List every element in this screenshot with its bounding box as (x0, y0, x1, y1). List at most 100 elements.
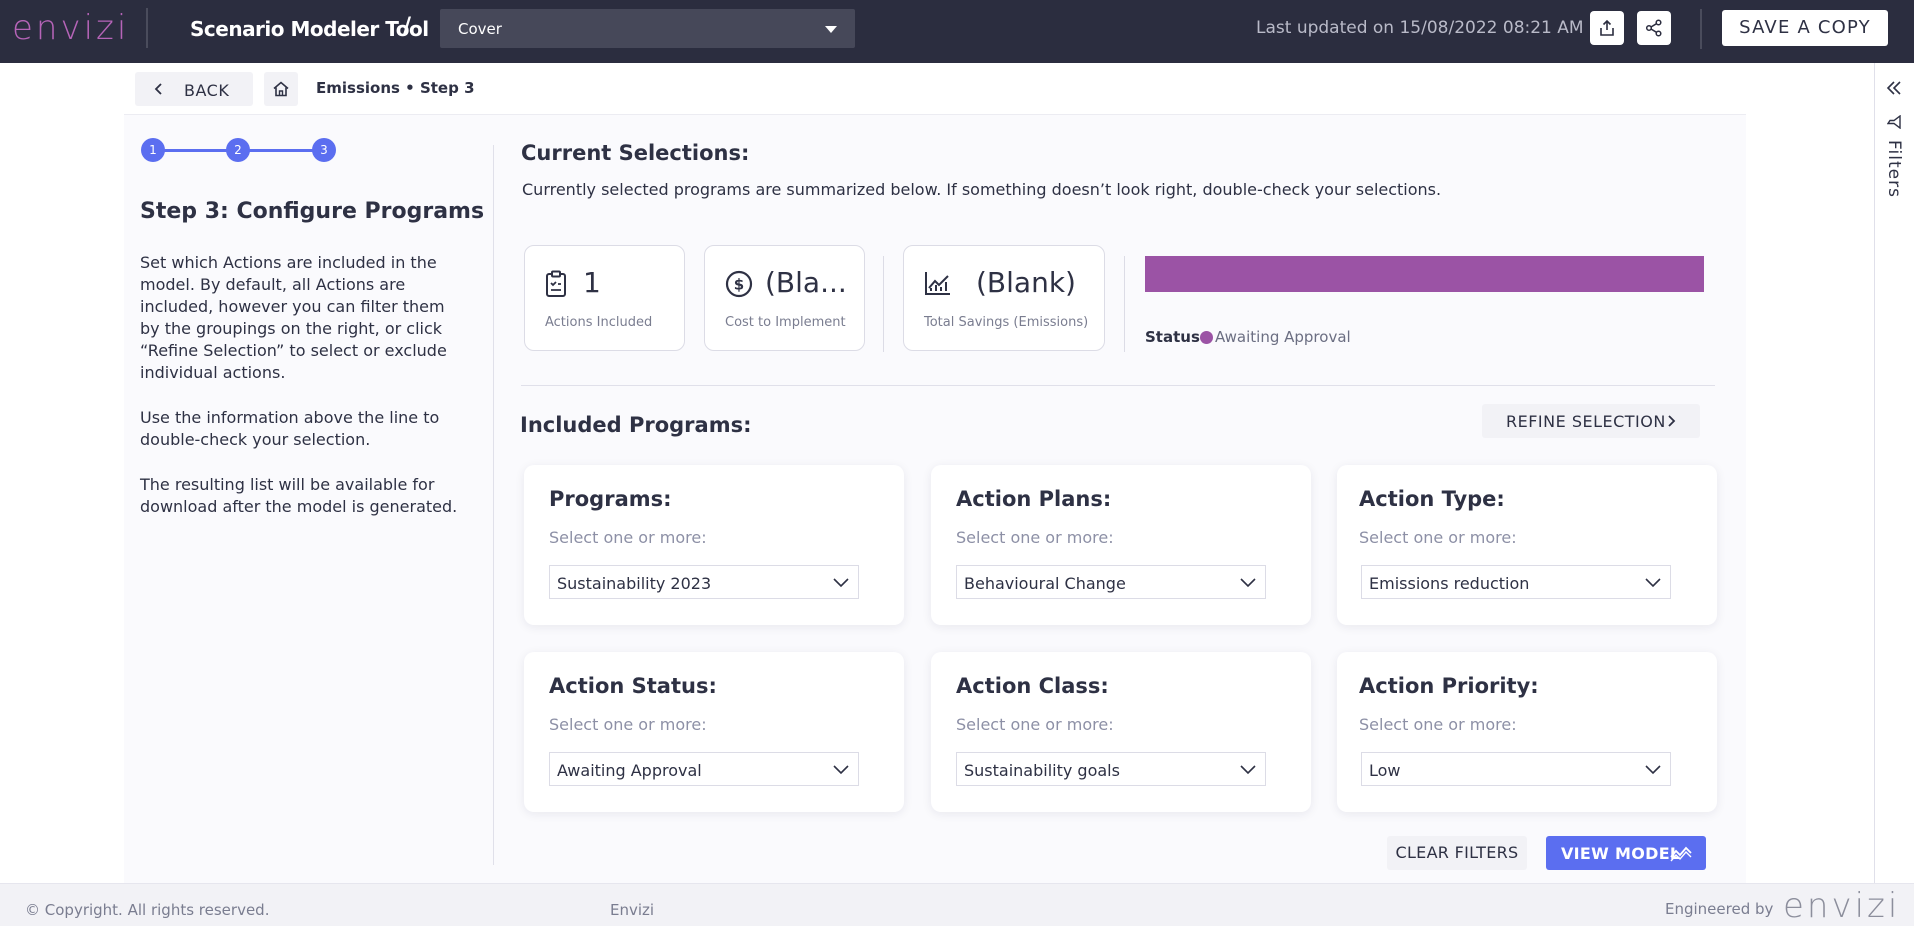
step-3[interactable]: 3 (312, 138, 336, 162)
breadcrumb: Emissions • Step 3 (316, 79, 475, 97)
footer-logo: envizi (1783, 886, 1901, 926)
step-note: The resulting list will be available for… (140, 475, 458, 516)
topbar-divider (1700, 9, 1702, 49)
status-color-bar (1145, 256, 1704, 292)
svg-text:$: $ (734, 276, 744, 294)
dropdown-value: Emissions reduction (1369, 574, 1530, 593)
last-updated-text: Last updated on 15/08/2022 08:21 AM (1256, 18, 1584, 38)
current-selections-subtext: Currently selected programs are summariz… (522, 180, 1442, 199)
page-select-value: Cover (458, 20, 502, 38)
kpi-divider (1124, 256, 1125, 352)
clear-filters-button[interactable]: CLEAR FILTERS (1387, 836, 1527, 870)
clipboard-icon (546, 270, 566, 297)
dollar-icon: $ (725, 270, 753, 298)
filter-card-programs: Programs: Select one or more: Sustainabi… (524, 465, 904, 625)
home-button[interactable] (264, 72, 298, 106)
filter-hint: Select one or more: (549, 715, 707, 734)
filter-card-action-priority: Action Priority: Select one or more: Low (1337, 652, 1717, 812)
step-1[interactable]: 1 (141, 138, 165, 162)
kpi-actions-label: Actions Included (545, 315, 653, 330)
refine-selection-button[interactable]: REFINE SELECTION (1482, 404, 1700, 438)
chevron-down-icon (1240, 578, 1256, 588)
filter-card-action-plans: Action Plans: Select one or more: Behavi… (931, 465, 1311, 625)
step-2[interactable]: 2 (226, 138, 250, 162)
view-model-label: VIEW MODEL (1561, 844, 1681, 863)
filter-title: Action Priority: (1359, 674, 1539, 698)
chart-icon (925, 272, 950, 295)
chevron-down-icon (833, 765, 849, 775)
footer (0, 883, 1914, 926)
kpi-cost: $ (Bla... Cost to Implement (704, 245, 865, 351)
export-button[interactable] (1590, 11, 1624, 45)
refine-selection-label: REFINE SELECTION (1506, 412, 1666, 431)
action-priority-dropdown[interactable]: Low (1361, 752, 1671, 786)
caret-down-icon (825, 26, 837, 33)
chevron-down-icon (1645, 578, 1661, 588)
footer-envizi: Envizi (610, 901, 655, 919)
kpi-actions-included: 1 Actions Included (524, 245, 685, 351)
filter-hint: Select one or more: (549, 528, 707, 547)
kpi-actions-value: 1 (583, 266, 601, 299)
kpi-cost-value: (Bla... (765, 266, 847, 299)
logo-divider (146, 8, 148, 48)
action-type-dropdown[interactable]: Emissions reduction (1361, 565, 1671, 599)
view-model-button[interactable]: VIEW MODEL (1546, 836, 1706, 870)
step-description: Set which Actions are included in the mo… (140, 253, 447, 382)
included-programs-heading: Included Programs: (520, 413, 752, 437)
chevron-down-icon (833, 578, 849, 588)
dropdown-value: Awaiting Approval (557, 761, 702, 780)
filters-rail-label[interactable]: Filters (1884, 140, 1904, 198)
kpi-savings-value: (Blank) (976, 266, 1076, 299)
filter-title: Action Plans: (956, 487, 1112, 511)
trend-chart-icon (1670, 846, 1692, 862)
action-status-dropdown[interactable]: Awaiting Approval (549, 752, 859, 786)
filter-title: Action Type: (1359, 487, 1505, 511)
dropdown-value: Low (1369, 761, 1401, 780)
collapse-icon[interactable] (1886, 80, 1902, 96)
filter-title: Action Class: (956, 674, 1109, 698)
filter-hint: Select one or more: (956, 715, 1114, 734)
action-class-dropdown[interactable]: Sustainability goals (956, 752, 1266, 786)
share-icon (1645, 19, 1662, 37)
home-icon (273, 81, 289, 97)
kpi-savings: (Blank) Total Savings (Emissions) (903, 245, 1105, 351)
status-dot (1200, 331, 1213, 344)
filter-icon[interactable] (1887, 115, 1901, 129)
kpi-savings-label: Total Savings (Emissions) (924, 315, 1089, 330)
action-plans-dropdown[interactable]: Behavioural Change (956, 565, 1266, 599)
filter-hint: Select one or more: (1359, 715, 1517, 734)
chevron-down-icon (1645, 765, 1661, 775)
chevron-down-icon (1240, 765, 1256, 775)
dropdown-value: Sustainability 2023 (557, 574, 712, 593)
filter-card-action-class: Action Class: Select one or more: Sustai… (931, 652, 1311, 812)
kpi-cost-label: Cost to Implement (725, 315, 846, 330)
save-copy-button[interactable]: SAVE A COPY (1722, 10, 1888, 46)
step-hint: Use the information above the line to do… (140, 408, 440, 449)
app-title: Scenario Modeler Tool (190, 17, 429, 41)
filter-card-action-status: Action Status: Select one or more: Await… (524, 652, 904, 812)
share-button[interactable] (1637, 11, 1671, 45)
filter-hint: Select one or more: (956, 528, 1114, 547)
column-divider (493, 145, 494, 865)
back-label: BACK (184, 81, 230, 100)
status-value: Awaiting Approval (1215, 328, 1351, 346)
export-icon (1600, 19, 1614, 36)
section-divider (521, 385, 1715, 386)
dropdown-value: Sustainability goals (964, 761, 1120, 780)
filter-title: Action Status: (549, 674, 717, 698)
step-title: Step 3: Configure Programs (140, 199, 485, 224)
page-select[interactable]: Cover (440, 9, 855, 48)
footer-copyright: © Copyright. All rights reserved. (25, 901, 270, 919)
filter-card-action-type: Action Type: Select one or more: Emissio… (1337, 465, 1717, 625)
title-slash: / (403, 14, 412, 39)
current-selections-heading: Current Selections: (521, 141, 750, 165)
filter-hint: Select one or more: (1359, 528, 1517, 547)
chevron-left-icon (154, 83, 162, 95)
dropdown-value: Behavioural Change (964, 574, 1126, 593)
kpi-divider (883, 256, 884, 352)
back-button[interactable]: BACK (135, 72, 253, 106)
footer-engineered-by: Engineered by (1665, 900, 1774, 918)
programs-dropdown[interactable]: Sustainability 2023 (549, 565, 859, 599)
envizi-logo[interactable]: envizi (12, 8, 129, 48)
chevron-right-icon (1668, 415, 1676, 427)
